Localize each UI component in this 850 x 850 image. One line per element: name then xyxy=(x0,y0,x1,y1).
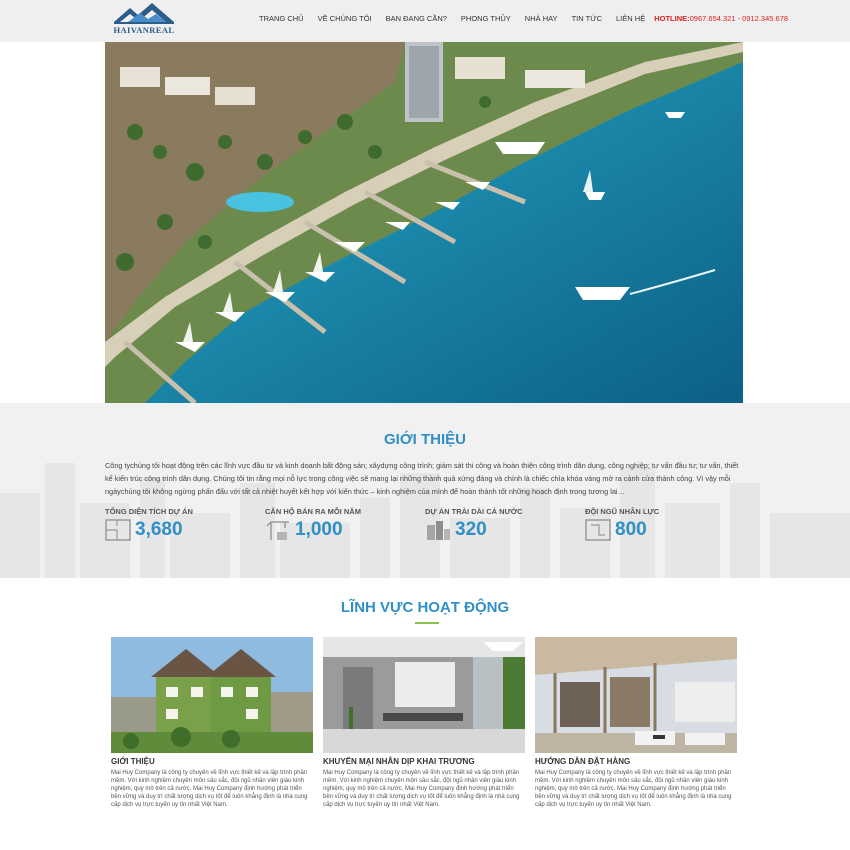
stat-label: CĂN HỘ BÁN RA MỖI NĂM xyxy=(265,507,361,516)
card-description: Mai Huy Company là công ty chuyên về lĩn… xyxy=(323,770,520,808)
nav-item-contact[interactable]: LIÊN HỆ xyxy=(609,14,652,23)
site-header: HAIVANREAL TRANG CHỦ VỀ CHÚNG TÔI BẠN ĐA… xyxy=(0,0,850,42)
nav-item-fengshui[interactable]: PHONG THỦY xyxy=(454,14,518,23)
stat-label: DỰ ÁN TRẢI DÀI CẢ NƯỚC xyxy=(425,507,523,516)
main-nav: TRANG CHỦ VỀ CHÚNG TÔI BẠN ĐANG CẦN? PHO… xyxy=(252,14,788,23)
nav-item-houses[interactable]: NHÀ HAY xyxy=(518,14,565,23)
field-card-ordering[interactable]: HƯỚNG DẪN ĐẶT HÀNG Mai Huy Company là cô… xyxy=(535,637,737,809)
hero-banner-image xyxy=(105,42,743,403)
intro-section: GIỚI THIỆU Công tychúng tôi hoạt động tr… xyxy=(0,403,850,578)
stat-projects-nationwide: DỰ ÁN TRẢI DÀI CẢ NƯỚC 320 xyxy=(425,507,575,541)
stat-workforce: ĐỘI NGŨ NHÂN LỰC 800 xyxy=(585,507,735,541)
stat-value: 800 xyxy=(615,519,647,540)
card-image-bathroom[interactable] xyxy=(323,637,525,753)
nav-item-home[interactable]: TRANG CHỦ xyxy=(252,14,311,23)
intro-paragraph: Công tychúng tôi hoạt động trên các lĩnh… xyxy=(105,461,739,496)
stat-value: 1,000 xyxy=(295,519,343,540)
nav-item-needs[interactable]: BẠN ĐANG CẦN? xyxy=(379,14,454,23)
blueprint-icon xyxy=(585,519,611,541)
floor-plan-icon xyxy=(105,519,131,541)
card-title[interactable]: HƯỚNG DẪN ĐẶT HÀNG xyxy=(535,757,737,766)
intro-title: GIỚI THIỆU xyxy=(384,431,466,448)
site-logo[interactable]: HAIVANREAL xyxy=(108,0,180,38)
stat-total-area: TỔNG DIỆN TÍCH DỰ ÁN 3,680 xyxy=(105,507,255,541)
hotline-label: HOTLINE: xyxy=(654,14,690,23)
stat-value: 3,680 xyxy=(135,519,183,540)
field-card-promotion[interactable]: KHUYẾN MẠI NHÂN DỊP KHAI TRƯƠNG Mai Huy … xyxy=(323,637,525,809)
card-image-house[interactable] xyxy=(111,637,313,753)
stat-value: 320 xyxy=(455,519,487,540)
fields-title: LĨNH VỰC HOẠT ĐỘNG xyxy=(340,599,510,616)
stat-label: ĐỘI NGŨ NHÂN LỰC xyxy=(585,507,660,516)
card-title[interactable]: KHUYẾN MẠI NHÂN DỊP KHAI TRƯƠNG xyxy=(323,757,525,766)
logo-house-icon xyxy=(114,3,174,24)
buildings-icon xyxy=(427,521,450,540)
hotline[interactable]: HOTLINE:0967.654.321 - 0912.345.678 xyxy=(654,14,788,23)
card-title[interactable]: GIỚI THIỆU xyxy=(111,757,313,766)
card-description: Mai Huy Company là công ty chuyên về lĩn… xyxy=(535,770,732,808)
card-description: Mai Huy Company là công ty chuyên về lĩn… xyxy=(111,770,308,808)
nav-item-about[interactable]: VỀ CHÚNG TÔI xyxy=(311,14,379,23)
field-card-intro[interactable]: GIỚI THIỆU Mai Huy Company là công ty ch… xyxy=(111,637,313,809)
crane-icon xyxy=(266,521,289,540)
stat-label: TỔNG DIỆN TÍCH DỰ ÁN xyxy=(105,507,193,516)
card-image-terrace[interactable] xyxy=(535,637,737,753)
stat-apartments-sold: CĂN HỘ BÁN RA MỖI NĂM 1,000 xyxy=(265,507,415,541)
title-underline xyxy=(415,622,439,624)
nav-item-news[interactable]: TIN TỨC xyxy=(565,14,609,23)
logo-text: HAIVANREAL xyxy=(113,25,175,35)
hotline-numbers: 0967.654.321 - 0912.345.678 xyxy=(689,14,789,23)
